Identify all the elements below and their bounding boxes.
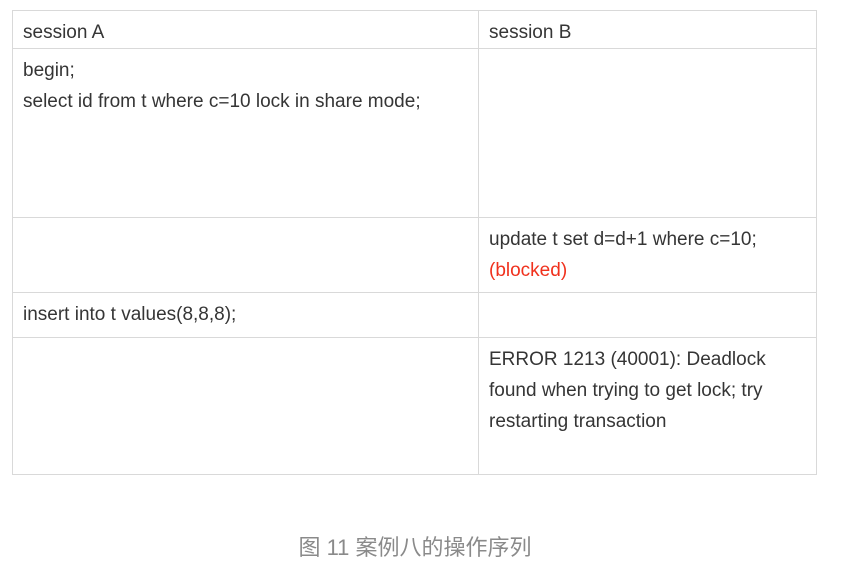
table-row: insert into t values(8,8,8); [12, 292, 817, 338]
error-message: ERROR 1213 (40001): Deadlock found when … [489, 349, 766, 432]
statement: insert into t values(8,8,8); [23, 304, 237, 325]
statement: select id from t where c=10 lock in shar… [23, 91, 421, 112]
table-row: ERROR 1213 (40001): Deadlock found when … [12, 337, 817, 475]
cell-session-a: begin; select id from t where c=10 lock … [12, 48, 479, 218]
blocked-status: (blocked) [489, 260, 568, 281]
cell-session-b [478, 292, 817, 338]
header-session-a: session A [12, 10, 479, 49]
session-table: session A session B begin; select id fro… [12, 10, 817, 475]
cell-session-a [12, 337, 479, 475]
cell-session-b: update t set d=d+1 where c=10; (blocked) [478, 217, 817, 293]
header-session-b: session B [478, 10, 817, 49]
cell-session-b: ERROR 1213 (40001): Deadlock found when … [478, 337, 817, 475]
cell-session-a: insert into t values(8,8,8); [12, 292, 479, 338]
figure-caption: 图 11 案例八的操作序列 [298, 535, 532, 560]
statement: begin; [23, 60, 75, 81]
table-row: update t set d=d+1 where c=10; (blocked) [12, 217, 817, 293]
table-header-row: session A session B [12, 10, 817, 49]
cell-session-a [12, 217, 479, 293]
table-row: begin; select id from t where c=10 lock … [12, 48, 817, 218]
cell-session-b [478, 48, 817, 218]
statement: update t set d=d+1 where c=10; [489, 229, 757, 250]
